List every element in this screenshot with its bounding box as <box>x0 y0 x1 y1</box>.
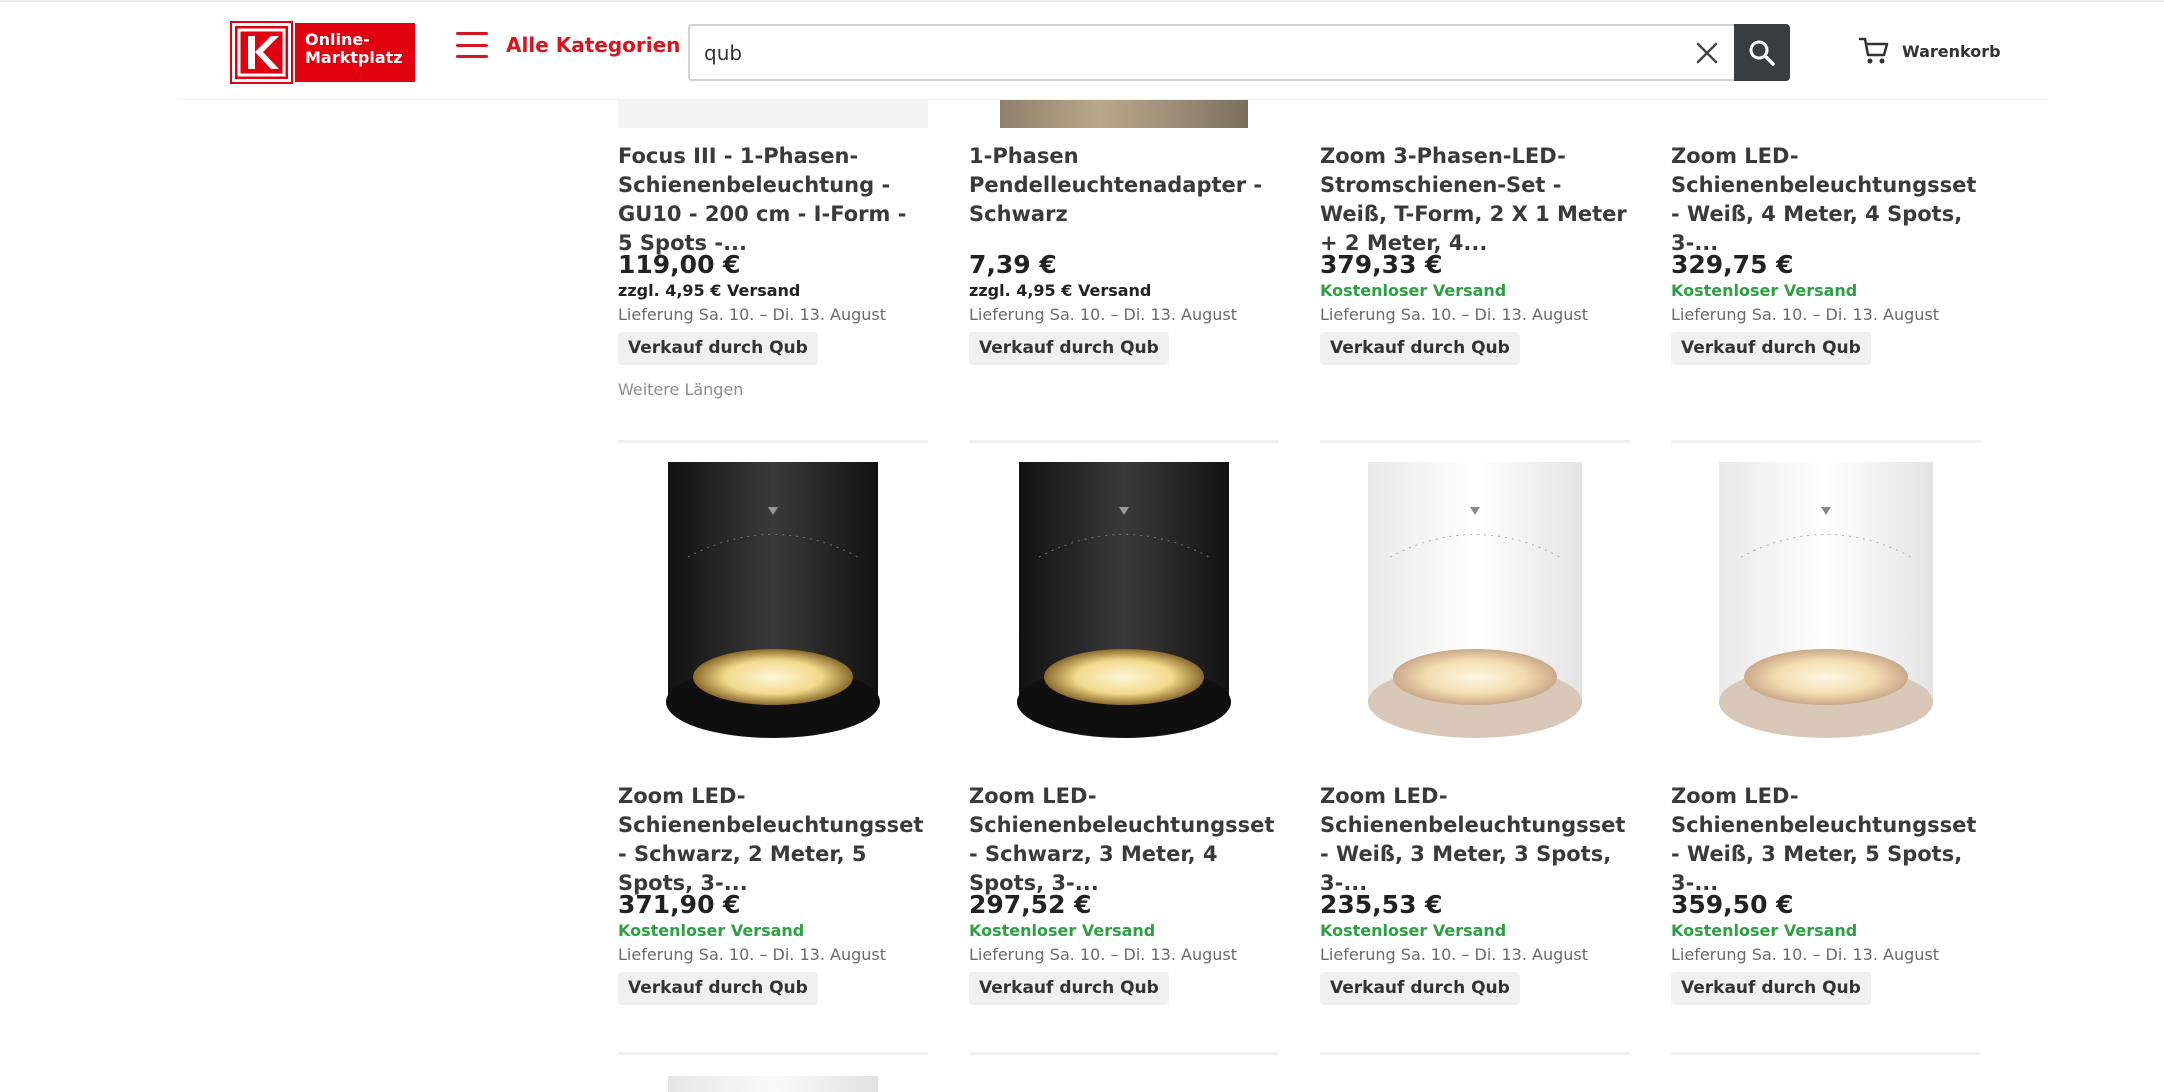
product-price: 329,75 € <box>1671 250 1794 279</box>
product-image[interactable] <box>969 462 1279 752</box>
shipping-info: Kostenloser Versand <box>1671 921 1858 940</box>
product-title[interactable]: Zoom LED-Schienenbeleuchtungsset - Weiß,… <box>1671 142 1981 258</box>
product-title[interactable]: Zoom 3-Phasen-LED-Stromschienen-Set - We… <box>1320 142 1630 258</box>
product-title[interactable]: Focus III - 1-Phasen-Schienenbeleuchtung… <box>618 142 928 258</box>
seller-badge: Verkauf durch Qub <box>618 332 818 365</box>
delivery-info: Lieferung Sa. 10. – Di. 13. August <box>1671 945 1939 964</box>
search-bar <box>688 24 1790 81</box>
product-title[interactable]: Zoom LED-Schienenbeleuchtungsset - Schwa… <box>618 782 928 898</box>
card-divider <box>969 440 1279 443</box>
delivery-info: Lieferung Sa. 10. – Di. 13. August <box>618 945 886 964</box>
more-lengths-link[interactable]: Weitere Längen <box>618 380 743 399</box>
seller-badge: Verkauf durch Qub <box>1320 332 1520 365</box>
product-image[interactable] <box>1671 462 1981 752</box>
close-icon[interactable] <box>1694 40 1720 66</box>
shipping-info: Kostenloser Versand <box>969 921 1156 940</box>
product-price: 235,53 € <box>1320 890 1443 919</box>
shipping-info: Kostenloser Versand <box>1320 921 1507 940</box>
product-price: 7,39 € <box>969 250 1057 279</box>
all-categories-label: Alle Kategorien <box>506 33 681 57</box>
logo-text: Online- Marktplatz <box>295 23 415 82</box>
product-title[interactable]: 1-Phasen Pendelleuchtenadapter - Schwarz <box>969 142 1279 229</box>
logo-text-line1: Online- <box>305 30 370 49</box>
delivery-info: Lieferung Sa. 10. – Di. 13. August <box>969 305 1237 324</box>
product-image[interactable] <box>668 1076 878 1092</box>
seller-badge: Verkauf durch Qub <box>618 972 818 1005</box>
card-divider <box>1671 1052 1981 1055</box>
delivery-info: Lieferung Sa. 10. – Di. 13. August <box>1320 945 1588 964</box>
site-header: Online- Marktplatz Alle Kategorien qub W… <box>0 0 2164 100</box>
card-divider <box>1671 440 1981 443</box>
product-image[interactable] <box>618 462 928 752</box>
product-title[interactable]: Zoom LED-Schienenbeleuchtungsset - Weiß,… <box>1671 782 1981 898</box>
seller-badge: Verkauf durch Qub <box>969 332 1169 365</box>
kaufland-logo[interactable]: Online- Marktplatz <box>230 21 415 84</box>
spotlight-black-image <box>666 462 880 738</box>
delivery-info: Lieferung Sa. 10. – Di. 13. August <box>618 305 886 324</box>
logo-mark <box>230 21 293 84</box>
logo-k-icon <box>237 28 286 77</box>
product-image[interactable] <box>1320 462 1630 752</box>
search-button[interactable] <box>1734 24 1790 81</box>
product-price: 297,52 € <box>969 890 1092 919</box>
spotlight-white-image <box>1719 462 1933 738</box>
product-price: 371,90 € <box>618 890 741 919</box>
shipping-info: Kostenloser Versand <box>1671 281 1858 300</box>
card-divider <box>618 440 928 443</box>
product-image[interactable] <box>618 100 928 128</box>
spotlight-black-image <box>1017 462 1231 738</box>
shipping-info: Kostenloser Versand <box>1320 281 1507 300</box>
cart-button[interactable]: Warenkorb <box>1858 36 2001 66</box>
product-title[interactable]: Zoom LED-Schienenbeleuchtungsset - Schwa… <box>969 782 1279 898</box>
product-image[interactable] <box>1000 100 1248 128</box>
card-divider <box>618 1052 928 1055</box>
card-divider <box>1320 1052 1630 1055</box>
hamburger-menu-icon <box>456 32 488 58</box>
delivery-info: Lieferung Sa. 10. – Di. 13. August <box>1320 305 1588 324</box>
logo-text-line2: Marktplatz <box>305 48 403 67</box>
seller-badge: Verkauf durch Qub <box>1671 332 1871 365</box>
delivery-info: Lieferung Sa. 10. – Di. 13. August <box>969 945 1237 964</box>
cart-label: Warenkorb <box>1902 41 2001 61</box>
delivery-info: Lieferung Sa. 10. – Di. 13. August <box>1671 305 1939 324</box>
shipping-info: zzgl. 4,95 € Versand <box>618 281 801 300</box>
product-price: 119,00 € <box>618 250 741 279</box>
search-input[interactable] <box>690 26 1734 79</box>
search-field <box>688 24 1734 81</box>
product-title[interactable]: Zoom LED-Schienenbeleuchtungsset - Weiß,… <box>1320 782 1630 898</box>
card-divider <box>1320 440 1630 443</box>
all-categories-button[interactable]: Alle Kategorien <box>456 32 680 58</box>
seller-badge: Verkauf durch Qub <box>969 972 1169 1005</box>
card-divider <box>969 1052 1279 1055</box>
seller-badge: Verkauf durch Qub <box>1320 972 1520 1005</box>
shipping-info: Kostenloser Versand <box>618 921 805 940</box>
product-price: 359,50 € <box>1671 890 1794 919</box>
spotlight-white-image <box>1368 462 1582 738</box>
search-icon <box>1749 40 1775 66</box>
seller-badge: Verkauf durch Qub <box>1671 972 1871 1005</box>
shipping-info: zzgl. 4,95 € Versand <box>969 281 1152 300</box>
cart-icon <box>1858 37 1889 64</box>
product-price: 379,33 € <box>1320 250 1443 279</box>
